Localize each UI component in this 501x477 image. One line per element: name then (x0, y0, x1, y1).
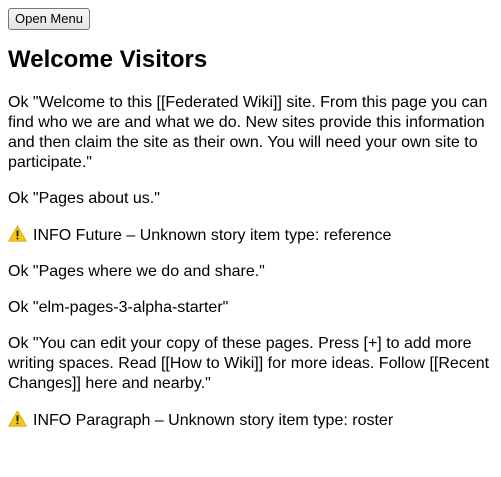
story-paragraph-text: Ok "elm-pages-3-alpha-starter" (8, 299, 229, 316)
story-paragraph: Ok "Welcome to this [[Federated Wiki]] s… (8, 93, 493, 173)
story: Ok "Welcome to this [[Federated Wiki]] s… (8, 93, 493, 431)
unknown-item-warning: INFO Future – Unknown story item type: r… (8, 225, 493, 246)
story-paragraph: Ok "elm-pages-3-alpha-starter" (8, 298, 493, 318)
story-paragraph-text: Ok "You can edit your copy of these page… (8, 335, 490, 392)
story-paragraph-text: Ok "Pages about us." (8, 190, 160, 207)
warning-icon (8, 225, 27, 242)
story-paragraph: Ok "Pages about us." (8, 189, 493, 209)
warning-text: INFO Future – Unknown story item type: r… (33, 227, 392, 244)
warning-icon (8, 410, 27, 427)
unknown-item-warning: INFO Paragraph – Unknown story item type… (8, 410, 493, 431)
story-paragraph: Ok "You can edit your copy of these page… (8, 334, 493, 394)
warning-text: INFO Paragraph – Unknown story item type… (33, 412, 394, 429)
page-title: Welcome Visitors (8, 46, 208, 73)
open-menu-button[interactable]: Open Menu (8, 8, 90, 30)
story-paragraph-text: Ok "Welcome to this [[Federated Wiki]] s… (8, 94, 488, 171)
story-paragraph: Ok "Pages where we do and share." (8, 262, 493, 282)
story-paragraph-text: Ok "Pages where we do and share." (8, 263, 265, 280)
